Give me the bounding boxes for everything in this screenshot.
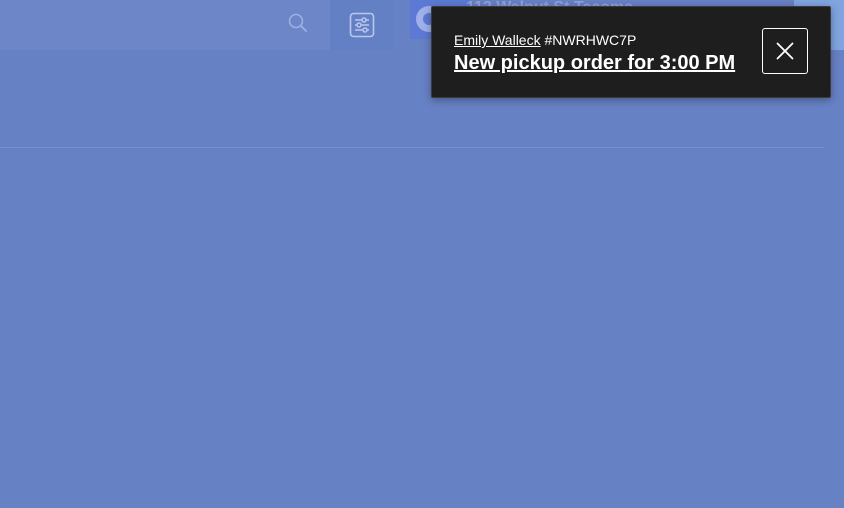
app-root: 112 Walnut St Tacoma Emily Walleck #NWRH… bbox=[0, 0, 844, 508]
order-id: #NWRHWC7P bbox=[544, 32, 637, 48]
search-button[interactable] bbox=[282, 7, 314, 39]
search-icon bbox=[288, 13, 307, 32]
top-bar-left-area bbox=[0, 0, 330, 50]
toast-message-link[interactable]: New pickup order for 3:00 PM bbox=[454, 51, 735, 75]
sliders-icon bbox=[349, 12, 375, 38]
toast-header-line: Emily Walleck #NWRHWC7P bbox=[454, 31, 636, 49]
close-icon bbox=[776, 42, 794, 60]
new-order-toast: Emily Walleck #NWRHWC7P New pickup order… bbox=[431, 6, 831, 98]
section-divider bbox=[0, 147, 824, 148]
filter-button[interactable] bbox=[330, 0, 394, 50]
toast-close-button[interactable] bbox=[762, 28, 808, 74]
customer-name-link[interactable]: Emily Walleck bbox=[454, 32, 541, 48]
